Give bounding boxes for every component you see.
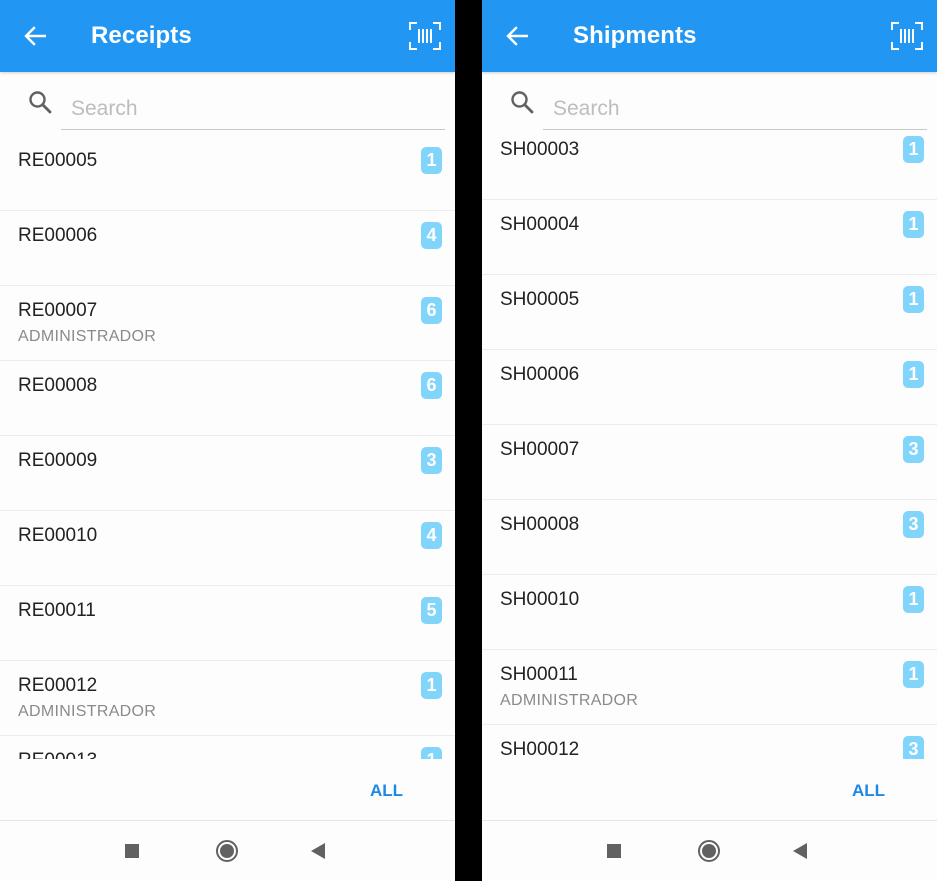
- item-code: RE00012: [18, 675, 98, 696]
- page-title: Receipts: [91, 22, 192, 49]
- count-badge: 1: [903, 211, 924, 238]
- item-code: SH00004: [500, 214, 580, 235]
- receipts-screen: Receipts RE00005 1 RE00006 4 RE00007 ADMINIST…: [0, 0, 455, 881]
- list-footer: ALL: [482, 759, 937, 821]
- list-item[interactable]: SH00011 ADMINISTRADOR 1: [482, 650, 937, 725]
- list-item[interactable]: RE00013 1: [0, 736, 455, 759]
- list-item[interactable]: SH00003 1: [482, 136, 937, 200]
- search-bar: [482, 72, 937, 136]
- system-nav-bar: [0, 821, 455, 881]
- count-badge: 3: [903, 436, 924, 463]
- arrow-left-icon: [506, 26, 528, 46]
- item-code: RE00011: [18, 600, 96, 621]
- list-item[interactable]: RE00008 6: [0, 361, 455, 436]
- list-item[interactable]: SH00006 1: [482, 350, 937, 425]
- triangle-back-icon: [311, 843, 325, 859]
- back-button[interactable]: [14, 16, 54, 56]
- list-item[interactable]: SH00004 1: [482, 200, 937, 275]
- count-badge: 4: [421, 522, 442, 549]
- count-badge: 6: [421, 372, 442, 399]
- search-input[interactable]: [61, 88, 445, 130]
- item-code: RE00013: [18, 750, 97, 759]
- item-code: RE00008: [18, 375, 98, 396]
- search-icon: [29, 91, 52, 114]
- system-back-button[interactable]: [785, 835, 817, 867]
- search-icon: [511, 91, 534, 114]
- search-input[interactable]: [543, 88, 927, 130]
- count-badge: 3: [903, 511, 924, 538]
- arrow-left-icon: [24, 26, 46, 46]
- item-assignee: ADMINISTRADOR: [18, 703, 157, 720]
- barcode-scan-button[interactable]: [405, 16, 445, 56]
- count-badge: 1: [903, 286, 924, 313]
- count-badge: 5: [421, 597, 442, 624]
- item-code: SH00008: [500, 514, 580, 535]
- count-badge: 1: [421, 147, 442, 174]
- shipments-screen: Shipments SH000031SH000041SH000051SH0000…: [482, 0, 937, 881]
- count-badge: 6: [421, 297, 442, 324]
- system-nav-bar: [482, 821, 937, 881]
- system-back-button[interactable]: [303, 835, 335, 867]
- app-bar: Shipments: [482, 0, 937, 72]
- item-code: SH00007: [500, 439, 580, 460]
- count-badge: 1: [421, 672, 442, 699]
- item-code: SH00010: [500, 589, 580, 610]
- list-item[interactable]: RE00012 ADMINISTRADOR 1: [0, 661, 455, 736]
- shipments-list[interactable]: SH00003 1 SH00004 1 SH00005 1 SH00006 1 SH00007 3…: [482, 136, 937, 759]
- list-item[interactable]: RE00010 4: [0, 511, 455, 586]
- count-badge: 4: [421, 222, 442, 249]
- item-code: RE00005: [18, 150, 98, 171]
- count-badge: 1: [903, 586, 924, 613]
- list-item[interactable]: RE00009 3: [0, 436, 455, 511]
- list-item[interactable]: SH00007 3: [482, 425, 937, 500]
- item-code: SH00005: [500, 289, 580, 310]
- list-item[interactable]: SH00005 1: [482, 275, 937, 350]
- list-item[interactable]: SH00008 3: [482, 500, 937, 575]
- list-item[interactable]: SH00012 3: [482, 725, 937, 759]
- triangle-back-icon: [793, 843, 807, 859]
- count-badge: 1: [421, 747, 442, 759]
- item-code: SH00006: [500, 364, 580, 385]
- back-button[interactable]: [496, 16, 536, 56]
- count-badge: 1: [903, 361, 924, 388]
- item-code: SH00011: [500, 664, 578, 685]
- item-code: RE00006: [18, 225, 98, 246]
- list-item[interactable]: RE00006 4: [0, 211, 455, 286]
- search-bar: [0, 72, 455, 136]
- home-button[interactable]: [693, 835, 725, 867]
- count-badge: 1: [903, 661, 924, 688]
- list-footer: ALL: [0, 759, 455, 821]
- count-badge: 3: [421, 447, 442, 474]
- square-recents-icon: [607, 844, 621, 858]
- recents-button[interactable]: [116, 835, 148, 867]
- barcode-scan-icon: [891, 22, 923, 50]
- home-button[interactable]: [211, 835, 243, 867]
- square-recents-icon: [125, 844, 139, 858]
- item-code: RE00009: [18, 450, 98, 471]
- all-button[interactable]: ALL: [852, 781, 885, 801]
- list-item[interactable]: RE00005 1: [0, 136, 455, 211]
- app-bar: Receipts: [0, 0, 455, 72]
- item-code: SH00003: [500, 139, 580, 160]
- page-title: Shipments: [573, 22, 697, 49]
- item-code: RE00007: [18, 300, 98, 321]
- all-button[interactable]: ALL: [370, 781, 403, 801]
- barcode-scan-button[interactable]: [887, 16, 927, 56]
- list-item[interactable]: RE00007 ADMINISTRADOR 6: [0, 286, 455, 361]
- barcode-scan-icon: [409, 22, 441, 50]
- receipts-list[interactable]: RE00005 1 RE00006 4 RE00007 ADMINISTRADOR 6 RE0…: [0, 136, 455, 759]
- item-assignee: ADMINISTRADOR: [18, 328, 157, 345]
- count-badge: 1: [903, 136, 924, 163]
- item-assignee: ADMINISTRADOR: [500, 692, 639, 709]
- count-badge: 3: [903, 736, 924, 759]
- list-item[interactable]: RE00011 5: [0, 586, 455, 661]
- item-code: SH00012: [500, 739, 580, 759]
- circle-home-icon: [698, 840, 720, 862]
- item-code: RE00010: [18, 525, 98, 546]
- circle-home-icon: [216, 840, 238, 862]
- list-item[interactable]: SH00010 1: [482, 575, 937, 650]
- recents-button[interactable]: [598, 835, 630, 867]
